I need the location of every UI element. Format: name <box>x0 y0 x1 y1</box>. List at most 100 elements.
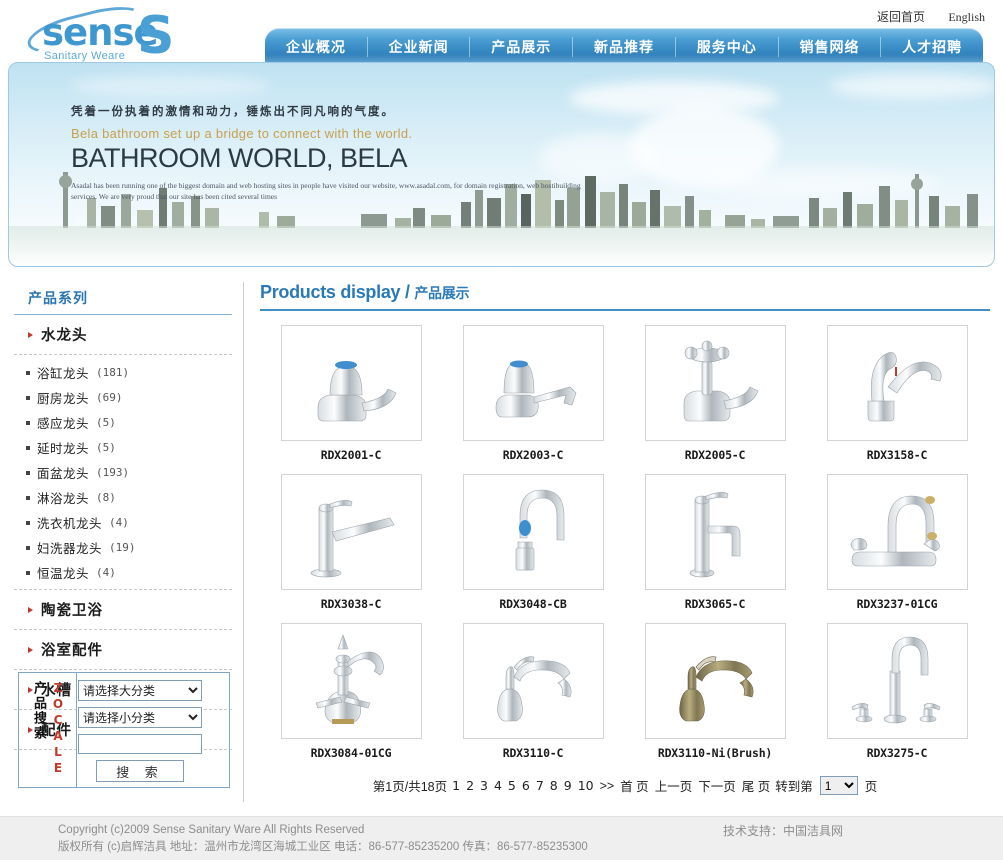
faucet-cross-handle-icon <box>683 340 759 422</box>
title-underline <box>260 309 990 311</box>
pagination-summary: 第1页/共18页 <box>372 780 448 794</box>
pagination-page-6[interactable]: 6 <box>521 778 531 793</box>
sidebar-category-label: 水龙头 <box>41 328 88 344</box>
product-thumbnail[interactable] <box>462 474 604 590</box>
sidebar-subitem-basin-faucet[interactable]: 面盆龙头 (193) <box>22 460 232 485</box>
pagination-next[interactable]: 下一页 <box>698 776 736 795</box>
product-thumbnail[interactable] <box>644 325 786 441</box>
sidebar-subitem-count: (69) <box>96 391 123 404</box>
sidebar-subitem-sensor-faucet[interactable]: 感应龙头 (5) <box>22 410 232 435</box>
product-code[interactable]: RDX2001-C <box>260 448 442 462</box>
search-button[interactable]: 搜 索 <box>96 760 184 782</box>
sidebar-subcategory-list: 浴缸龙头 (181) 厨房龙头 (69) 感应龙头 (5) 延时龙头 (5) 面… <box>14 355 232 589</box>
main-navigation: 企业概况 企业新闻 产品展示 新品推荐 服务中心 销售网络 人才招聘 <box>265 28 983 65</box>
sidebar-category-label: 陶瓷卫浴 <box>41 603 103 619</box>
product-thumbnail[interactable] <box>826 474 968 590</box>
pagination-last[interactable]: 尾 页 <box>742 776 770 795</box>
sidebar-subitem-shower-faucet[interactable]: 淋浴龙头 (8) <box>22 485 232 510</box>
pagination-first[interactable]: 首 页 <box>620 776 648 795</box>
product-code[interactable]: RDX3038-C <box>260 597 442 611</box>
faucet-ornate-bridge-icon <box>315 634 384 724</box>
pagination-goto-select[interactable]: 1 <box>819 776 858 795</box>
column-divider <box>243 282 244 802</box>
bullet-icon <box>26 370 30 375</box>
sidebar-subitem-kitchen-faucet[interactable]: 厨房龙头 (69) <box>22 385 232 410</box>
search-keyword-input[interactable] <box>78 734 202 754</box>
product-code[interactable]: RDX3158-C <box>806 448 988 462</box>
sidebar-subitem-bathtub-faucet[interactable]: 浴缸龙头 (181) <box>22 360 232 385</box>
site-footer: Copyright (c)2009 Sense Sanitary Ware Al… <box>0 816 1003 860</box>
sidebar-subitem-label: 浴缸龙头 <box>37 367 90 381</box>
sidebar-category-label: 浴室配件 <box>41 643 103 659</box>
big-category-select[interactable]: 请选择大分类 <box>78 680 202 701</box>
pagination-page-7[interactable]: 7 <box>535 778 545 793</box>
product-code[interactable]: RDX3084-01CG <box>260 746 442 760</box>
bullet-icon <box>26 395 30 400</box>
product-thumbnail[interactable] <box>280 474 422 590</box>
banner-reflection <box>9 226 994 266</box>
english-link[interactable]: English <box>948 10 985 24</box>
pagination-page-8[interactable]: 8 <box>549 778 559 793</box>
product-thumbnail[interactable] <box>644 474 786 590</box>
sidebar-subitem-delay-faucet[interactable]: 延时龙头 (5) <box>22 435 232 460</box>
product-code[interactable]: RDX3110-C <box>442 746 624 760</box>
nav-item-recruitment[interactable]: 人才招聘 <box>881 37 983 57</box>
sidebar-subitem-label: 洗衣机龙头 <box>37 517 103 531</box>
product-code[interactable]: RDX2005-C <box>624 448 806 462</box>
top-bar: sense S Sanitary Weare 返回首页 English 企业概况… <box>0 0 1003 68</box>
product-thumbnail[interactable] <box>280 325 422 441</box>
pagination-page-10[interactable]: 10 <box>577 778 595 793</box>
pagination-page-9[interactable]: 9 <box>563 778 573 793</box>
product-code[interactable]: RDX3048-CB <box>442 597 624 611</box>
product-code[interactable]: RDX3237-01CG <box>806 597 988 611</box>
nav-item-new-products[interactable]: 新品推荐 <box>573 36 676 57</box>
site-logo[interactable]: sense S Sanitary Weare <box>22 0 212 64</box>
pagination-prev[interactable]: 上一页 <box>655 776 693 795</box>
product-thumbnail[interactable] <box>462 325 604 441</box>
banner-text-block: 凭着一份执着的激情和动力，锤炼出不同凡响的气度。 Bela bathroom s… <box>71 103 591 202</box>
product-thumbnail[interactable] <box>280 623 422 739</box>
page-title-separator: / <box>404 282 410 302</box>
nav-item-service-center[interactable]: 服务中心 <box>676 36 779 57</box>
product-thumbnail[interactable] <box>462 623 604 739</box>
product-code[interactable]: RDX3065-C <box>624 597 806 611</box>
pagination-page-3[interactable]: 3 <box>479 778 489 793</box>
sidebar-category-ceramic-sanitary[interactable]: 陶瓷卫浴 <box>14 589 232 630</box>
product-code[interactable]: RDX2003-C <box>442 448 624 462</box>
pagination-page-2[interactable]: 2 <box>465 778 475 793</box>
product-cell: RDX3065-C <box>624 474 806 611</box>
chevron-right-icon <box>28 331 33 338</box>
small-category-select[interactable]: 请选择小分类 <box>78 707 202 728</box>
main-area: 产品系列 水龙头 浴缸龙头 (181) 厨房龙头 (69) 感应龙头 (5) 延… <box>0 276 1003 812</box>
pagination-page-1[interactable]: 1 <box>451 778 461 793</box>
sidebar-title: 产品系列 <box>14 284 232 315</box>
nav-item-products[interactable]: 产品展示 <box>470 36 574 57</box>
page-root: sense S Sanitary Weare 返回首页 English 企业概况… <box>0 0 1003 860</box>
sidebar-subitem-washer-faucet[interactable]: 洗衣机龙头 (4) <box>22 510 232 535</box>
pagination-page-4[interactable]: 4 <box>493 778 503 793</box>
sidebar-category-bathroom-accessories[interactable]: 浴室配件 <box>14 630 232 670</box>
sidebar-category-faucets[interactable]: 水龙头 <box>14 315 232 355</box>
sidebar-subitem-thermostatic-faucet[interactable]: 恒温龙头 (4) <box>22 560 232 585</box>
nav-item-company-news[interactable]: 企业新闻 <box>368 36 471 57</box>
product-thumbnail[interactable] <box>826 623 968 739</box>
nav-item-company-profile[interactable]: 企业概况 <box>265 36 368 57</box>
sidebar-subitem-bidet-faucet[interactable]: 妇洗器龙头 (19) <box>22 535 232 560</box>
search-panel-brand-label: ZOCALE <box>51 681 65 777</box>
product-cell: RDX2001-C <box>260 325 442 462</box>
bullet-icon <box>26 570 30 575</box>
hero-banner: 凭着一份执着的激情和动力，锤炼出不同凡响的气度。 Bela bathroom s… <box>8 62 995 267</box>
pagination-page-5[interactable]: 5 <box>507 778 517 793</box>
product-cell: RDX3237-01CG <box>806 474 988 611</box>
home-link[interactable]: 返回首页 <box>877 10 925 24</box>
faucet-pillar-blue-icon <box>317 361 397 422</box>
product-code[interactable]: RDX3275-C <box>806 746 988 760</box>
pagination-goto-label: 转到第 <box>775 780 813 794</box>
nav-item-sales-network[interactable]: 销售网络 <box>779 36 882 57</box>
bullet-icon <box>26 545 30 550</box>
product-code[interactable]: RDX3110-Ni(Brush) <box>624 746 806 760</box>
pagination-next-group[interactable]: >> <box>600 779 615 793</box>
product-thumbnail[interactable] <box>826 325 968 441</box>
faucet-single-lever-icon <box>867 352 942 422</box>
product-thumbnail[interactable] <box>644 623 786 739</box>
